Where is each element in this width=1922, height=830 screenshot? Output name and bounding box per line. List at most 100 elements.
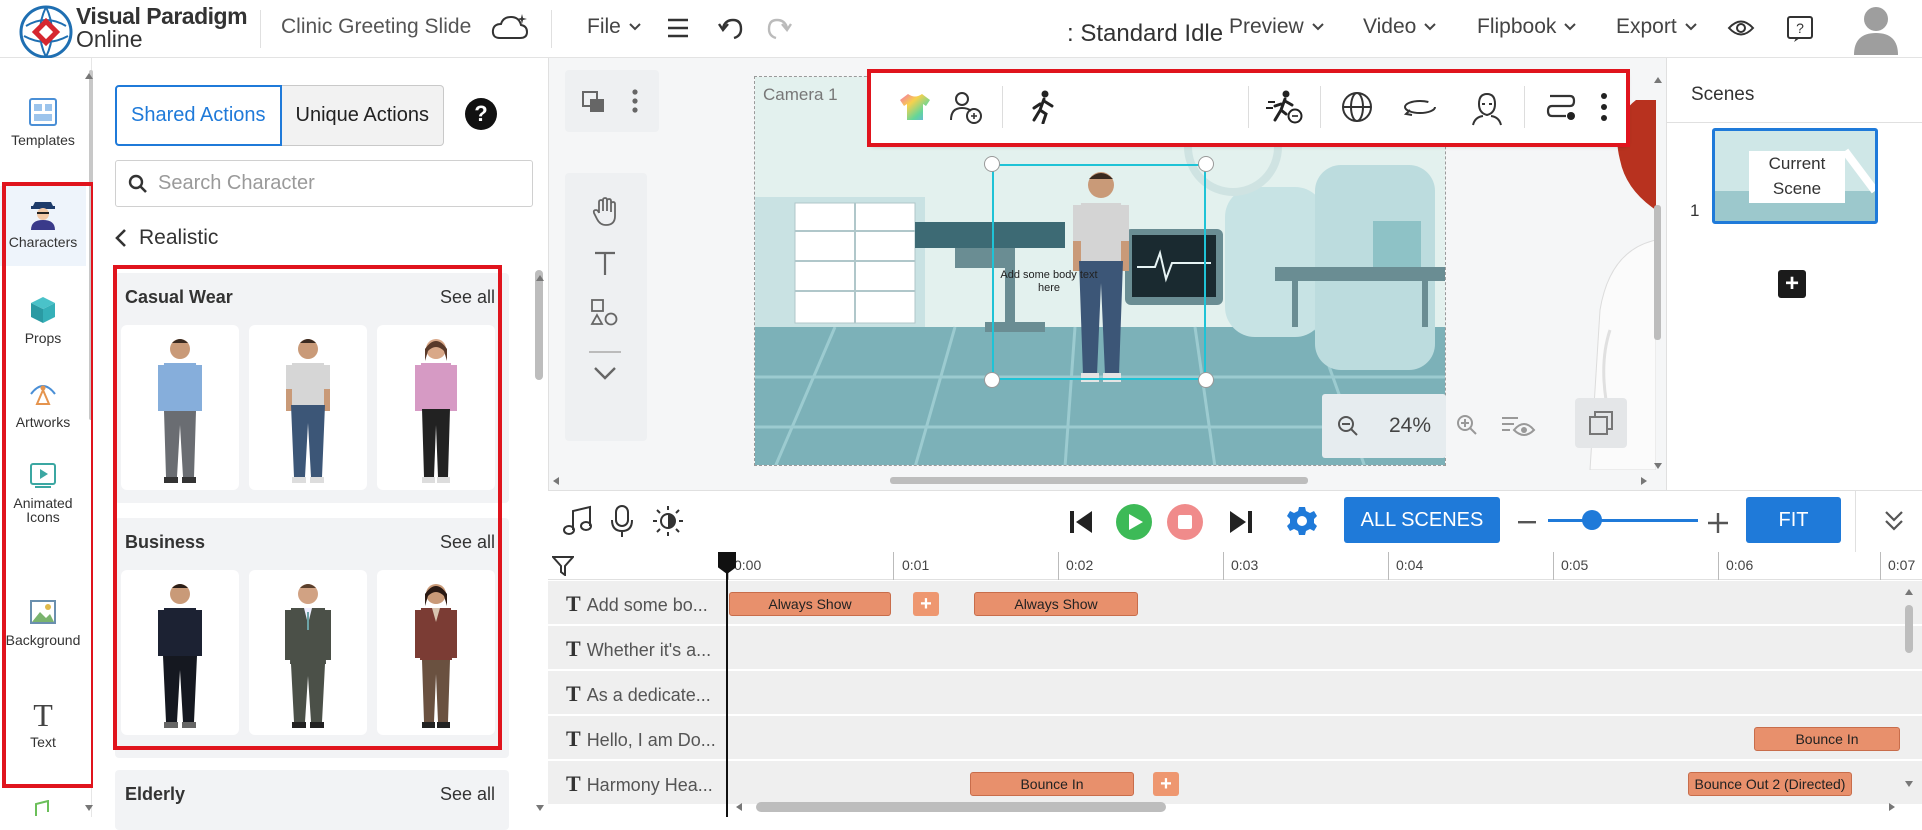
timeline-clip[interactable]: Bounce In	[970, 772, 1134, 796]
tab-unique-actions[interactable]: Unique Actions	[281, 85, 444, 146]
video-menu-label: Video	[1363, 15, 1417, 38]
character-search[interactable]	[115, 160, 533, 207]
help-button[interactable]: ?	[465, 98, 497, 130]
music-icon[interactable]	[563, 505, 593, 537]
chevron-down-icon[interactable]	[593, 365, 617, 381]
help-icon[interactable]: ?	[1786, 15, 1814, 43]
resize-handle[interactable]	[984, 372, 1000, 388]
cloud-save-icon[interactable]	[490, 12, 530, 44]
ruler-tick	[1058, 552, 1059, 580]
document-title[interactable]: Clinic Greeting Slide	[281, 15, 471, 39]
timeline-clip[interactable]: Always Show	[729, 592, 891, 616]
timeline-track[interactable]: T Whether it's a...	[548, 626, 1922, 670]
zoom-out-icon[interactable]	[1337, 415, 1359, 437]
templates-icon	[29, 98, 57, 126]
eye-icon[interactable]	[1727, 17, 1755, 39]
scroll-down-icon[interactable]	[1653, 462, 1663, 470]
stop-button[interactable]	[1167, 504, 1203, 540]
scroll-down-icon[interactable]	[535, 804, 545, 812]
scroll-up-icon[interactable]	[1653, 76, 1663, 84]
toolbar-divider	[1855, 491, 1856, 553]
rail-item-templates[interactable]: Templates	[0, 96, 86, 148]
timeline-clip[interactable]: Bounce In	[1754, 727, 1900, 751]
skip-start-icon[interactable]	[1068, 509, 1094, 535]
text-tool-icon[interactable]	[591, 249, 619, 277]
text-track-icon: T	[566, 636, 581, 661]
panel-scrollbar[interactable]	[535, 270, 543, 380]
scroll-right-icon[interactable]	[1640, 476, 1648, 486]
zoom-in-icon[interactable]	[1456, 414, 1478, 436]
breadcrumb-label: Realistic	[139, 226, 219, 249]
timeline-ruler[interactable]: 0:00 0:01 0:02 0:03 0:04 0:05 0:06 0:07	[548, 552, 1922, 580]
resize-handle[interactable]	[984, 156, 1000, 172]
all-scenes-button[interactable]: ALL SCENES	[1344, 497, 1500, 543]
hide-preview-icon[interactable]	[1500, 412, 1536, 438]
ruler-label: 0:07	[1888, 557, 1916, 573]
resize-handle[interactable]	[1198, 156, 1214, 172]
preview-menu[interactable]: Preview	[1229, 15, 1325, 39]
timeline-track[interactable]: T Harmony Hea... Bounce In + Bounce Out 2…	[548, 761, 1922, 805]
undo-icon[interactable]	[717, 16, 745, 40]
scroll-right-icon[interactable]	[1888, 802, 1896, 812]
canvas-vertical-scrollbar[interactable]	[1654, 205, 1661, 340]
scroll-left-icon[interactable]	[552, 476, 560, 486]
timeline-clip[interactable]: Bounce Out 2 (Directed)	[1688, 772, 1852, 796]
timeline-vertical-scrollbar[interactable]	[1905, 605, 1913, 653]
microphone-icon[interactable]	[610, 504, 634, 538]
zoom-controls: 24%	[1322, 394, 1446, 458]
hand-pan-icon[interactable]	[591, 197, 619, 227]
video-menu[interactable]: Video	[1363, 15, 1437, 39]
canvas-horizontal-scrollbar[interactable]	[890, 477, 1308, 484]
track-label: Add some bo...	[586, 595, 708, 615]
filter-icon[interactable]	[552, 556, 574, 576]
export-menu[interactable]: Export	[1616, 15, 1698, 39]
more-vertical-icon[interactable]	[631, 88, 639, 114]
file-menu[interactable]: File	[587, 15, 642, 39]
skip-end-icon[interactable]	[1228, 509, 1254, 535]
track-name: T Hello, I am Do...	[566, 726, 716, 752]
play-button[interactable]	[1116, 504, 1152, 540]
zoom-minus-icon[interactable]	[1518, 521, 1536, 525]
slider-handle[interactable]	[1582, 510, 1602, 530]
zoom-plus-icon[interactable]	[1708, 513, 1728, 533]
ruler-tick	[1223, 552, 1224, 580]
timeline-track[interactable]: T Add some bo... Always Show + Always Sho…	[548, 581, 1922, 625]
add-animation-button[interactable]: +	[913, 592, 939, 616]
scroll-left-icon[interactable]	[735, 802, 743, 812]
zoom-level: 24%	[1388, 414, 1431, 437]
user-avatar-icon[interactable]	[1851, 3, 1901, 55]
bring-forward-icon[interactable]	[581, 90, 607, 114]
tab-shared-actions[interactable]: Shared Actions	[115, 85, 282, 146]
scroll-up-icon[interactable]	[1904, 588, 1914, 596]
scroll-down-icon[interactable]	[1904, 780, 1914, 788]
hamburger-menu-icon[interactable]	[666, 17, 690, 39]
header-divider	[260, 10, 261, 48]
timeline-clip[interactable]: Always Show	[974, 592, 1138, 616]
music-note-icon	[35, 800, 49, 816]
selection-box[interactable]	[992, 164, 1206, 380]
breadcrumb-back[interactable]: Realistic	[115, 226, 218, 250]
timeline-zoom-slider[interactable]	[1548, 519, 1698, 522]
chevron-left-icon	[115, 229, 126, 247]
resize-handle[interactable]	[1198, 372, 1214, 388]
add-scene-button[interactable]: +	[1778, 270, 1806, 298]
current-action-label[interactable]: : Standard Idle	[1067, 20, 1223, 48]
scroll-up-icon[interactable]	[535, 274, 545, 282]
scene-thumbnail[interactable]: Current Scene	[1712, 128, 1878, 224]
fit-button[interactable]: FIT	[1746, 497, 1841, 543]
copy-button[interactable]	[1575, 398, 1627, 448]
flipbook-menu[interactable]: Flipbook	[1477, 15, 1577, 39]
timeline-track[interactable]: T As a dedicate...	[548, 671, 1922, 715]
text-track-icon: T	[566, 681, 581, 706]
timeline-horizontal-scrollbar[interactable]	[756, 802, 1166, 812]
shapes-tool-icon[interactable]	[589, 297, 619, 327]
see-all-link[interactable]: See all	[440, 784, 495, 805]
collapse-timeline-icon[interactable]	[1884, 510, 1904, 532]
highlight-rail	[2, 182, 95, 788]
search-input[interactable]	[158, 172, 518, 195]
effects-icon[interactable]	[652, 505, 684, 537]
timeline-track[interactable]: T Hello, I am Do... Bounce In	[548, 716, 1922, 760]
settings-gear-icon[interactable]	[1286, 505, 1318, 537]
redo-icon[interactable]	[765, 16, 793, 40]
add-animation-button[interactable]: +	[1153, 772, 1179, 796]
